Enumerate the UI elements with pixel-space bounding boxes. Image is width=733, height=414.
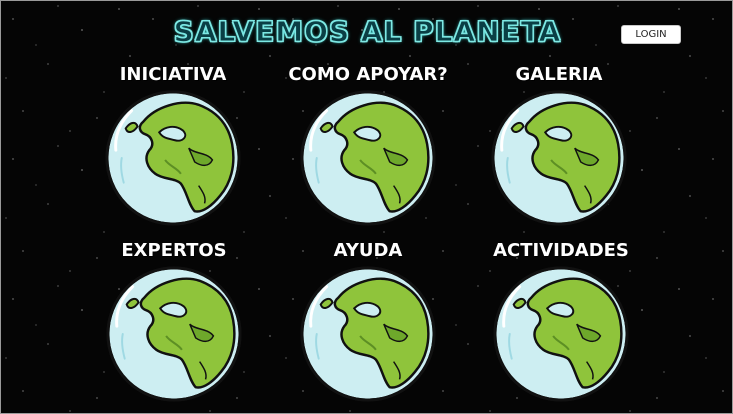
menu-tile-label: COMO APOYAR? [288, 64, 448, 85]
menu-tile-iniciativa[interactable]: INICIATIVA [73, 64, 273, 227]
earth-globe-icon[interactable] [105, 265, 243, 403]
menu-tile-expertos[interactable]: EXPERTOS [74, 240, 274, 403]
earth-globe-icon[interactable] [299, 265, 437, 403]
earth-globe-icon[interactable] [104, 89, 242, 227]
app-canvas: SALVEMOS AL PLANETA LOGIN INICIATIVA COM… [0, 0, 733, 414]
earth-globe-icon[interactable] [490, 89, 628, 227]
menu-tile-actividades[interactable]: ACTIVIDADES [461, 240, 661, 403]
menu-tile-label: INICIATIVA [119, 64, 227, 85]
earth-globe-icon[interactable] [492, 265, 630, 403]
earth-globe-icon[interactable] [299, 89, 437, 227]
menu-tile-ayuda[interactable]: AYUDA [268, 240, 468, 403]
menu-tile-label: ACTIVIDADES [493, 240, 629, 261]
menu-tile-como-apoyar[interactable]: COMO APOYAR? [268, 64, 468, 227]
menu-tile-label: GALERIA [515, 64, 603, 85]
menu-tile-galeria[interactable]: GALERIA [459, 64, 659, 227]
login-button[interactable]: LOGIN [621, 25, 681, 44]
menu-tile-label: EXPERTOS [121, 240, 227, 261]
menu-tile-label: AYUDA [333, 240, 403, 261]
